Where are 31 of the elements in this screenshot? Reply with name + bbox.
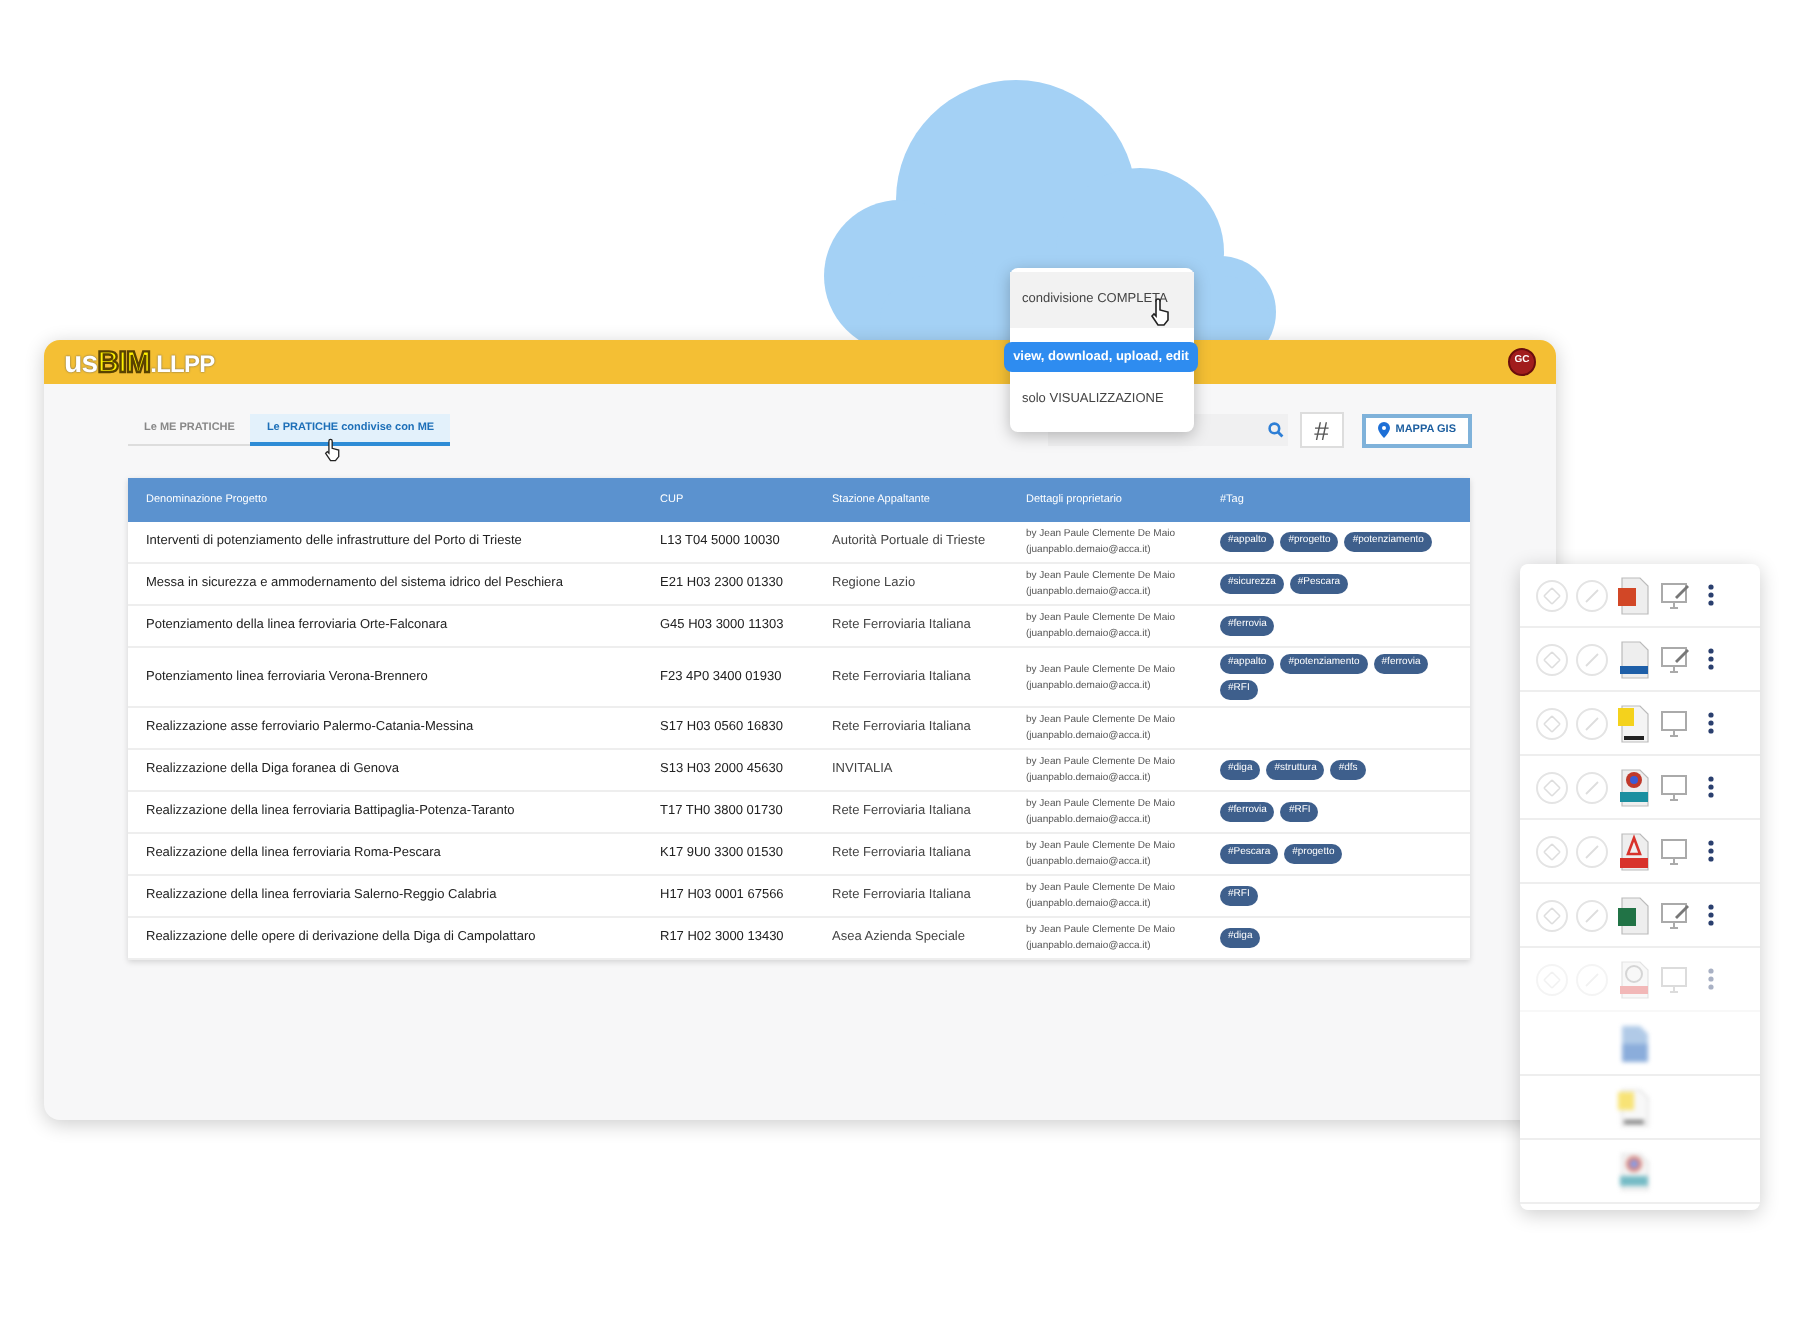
file-icon[interactable] xyxy=(1616,703,1652,743)
move-icon[interactable] xyxy=(1536,835,1568,867)
logo: usBIM.LLPP xyxy=(64,347,215,377)
more-icon[interactable] xyxy=(1708,584,1714,606)
monitor-icon[interactable] xyxy=(1660,773,1692,801)
more-icon[interactable] xyxy=(1708,776,1714,798)
monitor-icon[interactable] xyxy=(1660,837,1692,865)
monitor-pencil-icon[interactable] xyxy=(1660,645,1692,673)
monitor-pencil-icon[interactable] xyxy=(1660,901,1692,929)
edit-icon[interactable] xyxy=(1576,579,1608,611)
move-icon[interactable] xyxy=(1536,899,1568,931)
monitor-icon[interactable] xyxy=(1660,709,1692,737)
file-icon[interactable] xyxy=(1616,639,1652,679)
more-icon[interactable] xyxy=(1708,840,1714,862)
hashtag-button[interactable]: # xyxy=(1299,412,1344,448)
map-pin-icon xyxy=(1377,422,1390,438)
edit-icon[interactable] xyxy=(1576,643,1608,675)
move-icon[interactable] xyxy=(1536,771,1568,803)
edit-icon[interactable] xyxy=(1576,707,1608,739)
move-icon[interactable] xyxy=(1536,579,1568,611)
more-icon[interactable] xyxy=(1708,904,1714,926)
hand-cursor-icon xyxy=(324,438,342,462)
more-icon[interactable] xyxy=(1708,648,1714,670)
edit-icon[interactable] xyxy=(1576,835,1608,867)
monitor-pencil-icon[interactable] xyxy=(1660,581,1692,609)
edit-icon[interactable] xyxy=(1576,899,1608,931)
move-icon[interactable] xyxy=(1536,707,1568,739)
move-icon[interactable] xyxy=(1536,643,1568,675)
search-icon[interactable] xyxy=(1267,422,1284,438)
more-icon[interactable] xyxy=(1708,712,1714,734)
edit-icon[interactable] xyxy=(1576,771,1608,803)
